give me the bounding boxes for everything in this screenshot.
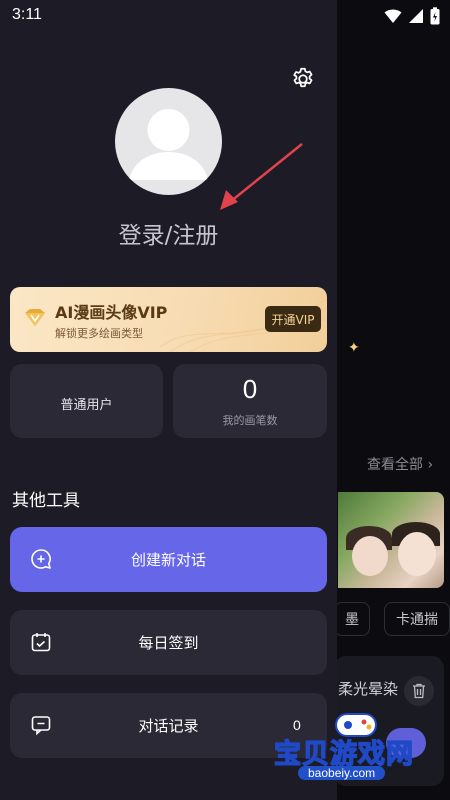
side-drawer: 登录/注册 AI漫画头像VIP 解锁更多绘画类型 开通VIP 普通用户 0 我的… [0, 0, 337, 800]
signal-icon [409, 9, 423, 23]
brush-count-card[interactable]: 0 我的画笔数 [173, 364, 327, 438]
battery-icon [430, 7, 440, 25]
style-chip[interactable]: 墨 [334, 602, 370, 636]
daily-checkin-button[interactable]: 每日签到 [10, 610, 327, 675]
avatar[interactable] [115, 88, 222, 195]
view-all-link[interactable]: 查看全部 › [367, 454, 433, 474]
style-preview-image[interactable] [338, 492, 444, 588]
history-card-title: 柔光晕染 [338, 680, 399, 698]
section-title-other-tools: 其他工具 [12, 491, 80, 511]
wifi-icon [384, 9, 402, 23]
sparkle-icon: ✦ [348, 340, 360, 356]
new-chat-button[interactable]: 创建新对话 [10, 527, 327, 592]
trash-icon[interactable] [404, 676, 434, 706]
watermark: 宝贝游戏网 baobeiy.com [273, 708, 448, 788]
daily-checkin-label: 每日签到 [138, 634, 199, 652]
style-chip[interactable]: 卡通揣 [384, 602, 450, 636]
vip-banner[interactable]: AI漫画头像VIP 解锁更多绘画类型 开通VIP [10, 287, 327, 352]
watermark-url: baobeiy.com [298, 766, 386, 780]
new-chat-label: 创建新对话 [130, 551, 206, 569]
brush-count-value: 0 [242, 374, 258, 404]
brush-count-label: 我的画笔数 [222, 414, 278, 427]
login-register-link[interactable]: 登录/注册 [0, 216, 337, 250]
vip-title: AI漫画头像VIP [55, 303, 168, 322]
user-type-card[interactable]: 普通用户 [10, 364, 163, 438]
vip-crown-icon [25, 309, 45, 326]
gear-icon[interactable] [290, 66, 316, 92]
status-time: 3:11 [12, 6, 42, 23]
pointer-arrow-icon [220, 143, 303, 210]
vip-subtitle: 解锁更多绘画类型 [55, 327, 143, 340]
user-type-label: 普通用户 [60, 398, 113, 413]
status-bar: 3:11 [0, 0, 450, 32]
open-vip-button[interactable]: 开通VIP [265, 306, 321, 332]
